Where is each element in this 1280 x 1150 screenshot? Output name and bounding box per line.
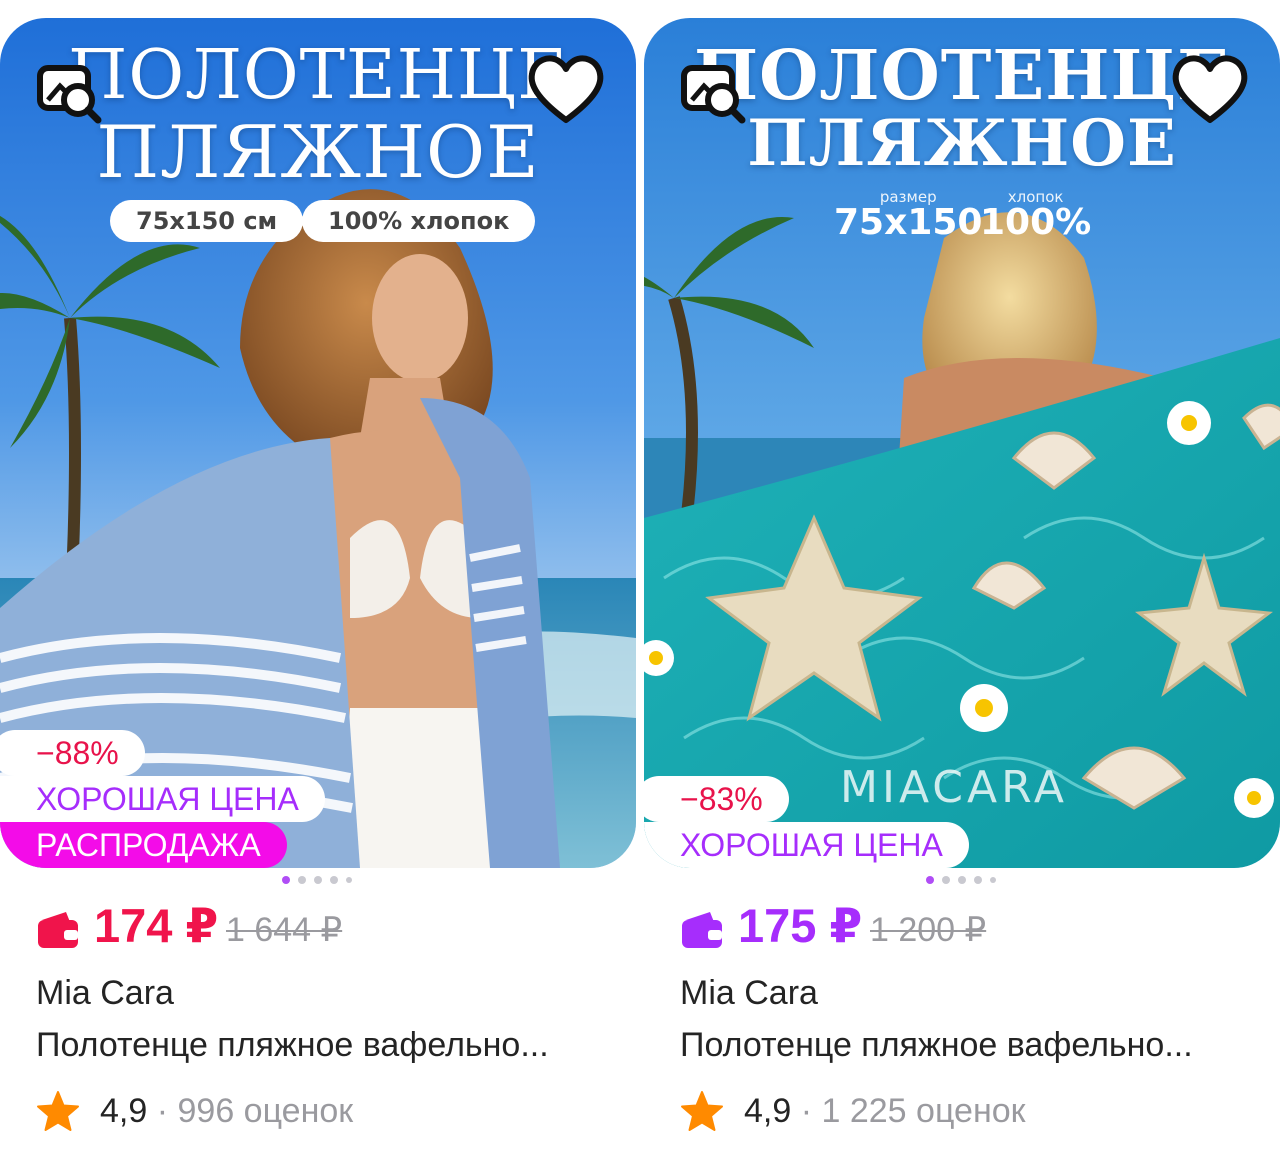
carousel-dot[interactable] [990, 877, 996, 883]
product-card[interactable]: ПОЛОТЕНЦЕ ПЛЯЖНОЕ 75х150 см 100% хлопок … [0, 18, 636, 1150]
rating-value: 4,9 [744, 1092, 792, 1130]
image-spec-size: размер 75х150 [834, 188, 982, 243]
product-card[interactable]: ПОЛОТЕНЦЕ ПЛЯЖНОЕ размер 75х150 хлопок 1… [644, 18, 1280, 1150]
image-search-icon[interactable] [34, 56, 106, 128]
good-price-badge: ХОРОШАЯ ЦЕНА [644, 822, 969, 868]
image-spec-material-value: 100% [980, 202, 1092, 243]
badge-stack: −88% ХОРОШАЯ ЦЕНА РАСПРОДАЖА [0, 730, 325, 868]
product-image[interactable]: ПОЛОТЕНЦЕ ПЛЯЖНОЕ размер 75х150 хлопок 1… [644, 18, 1280, 868]
rating-separator: · [800, 1092, 813, 1130]
heart-icon[interactable] [1170, 50, 1250, 126]
carousel-dot[interactable] [314, 876, 322, 884]
review-count: 1 225 оценок [821, 1092, 1026, 1130]
image-pill-size: 75х150 см [110, 200, 304, 242]
carousel-dot[interactable] [282, 876, 290, 884]
star-icon [37, 1091, 79, 1131]
current-price: 175 ₽ [738, 899, 863, 952]
carousel-dot[interactable] [942, 876, 950, 884]
rating-value: 4,9 [100, 1092, 148, 1130]
badge-stack: −83% ХОРОШАЯ ЦЕНА [644, 776, 969, 868]
carousel-dot[interactable] [346, 877, 352, 883]
product-name[interactable]: Полотенце пляжное вафельно... [680, 1026, 1260, 1065]
carousel-dot[interactable] [298, 876, 306, 884]
carousel-dot[interactable] [958, 876, 966, 884]
discount-badge: −88% [0, 730, 145, 776]
old-price: 1 200 ₽ [870, 911, 987, 949]
image-pill-material: 100% хлопок [302, 200, 536, 242]
heart-icon[interactable] [526, 50, 606, 126]
discount-badge: −83% [644, 776, 789, 822]
old-price: 1 644 ₽ [226, 911, 343, 949]
carousel-dot[interactable] [926, 876, 934, 884]
carousel-dot[interactable] [330, 876, 338, 884]
brand-name[interactable]: Mia Cara [36, 974, 174, 1013]
image-spec-material: хлопок 100% [980, 188, 1091, 243]
image-spec-material-label: хлопок [1007, 188, 1064, 206]
review-count: 996 оценок [177, 1092, 354, 1130]
image-spec-size-label: размер [879, 188, 937, 206]
product-image[interactable]: ПОЛОТЕНЦЕ ПЛЯЖНОЕ 75х150 см 100% хлопок … [0, 18, 636, 868]
star-icon [681, 1091, 723, 1131]
sale-badge: РАСПРОДАЖА [0, 822, 287, 868]
wallet-icon [38, 912, 78, 948]
current-price: 174 ₽ [94, 899, 219, 952]
image-spec-size-value: 75х150 [834, 202, 983, 243]
image-search-icon[interactable] [678, 56, 750, 128]
wallet-icon [682, 912, 722, 948]
carousel-dot[interactable] [974, 876, 982, 884]
brand-name[interactable]: Mia Cara [680, 974, 818, 1013]
good-price-badge: ХОРОШАЯ ЦЕНА [0, 776, 325, 822]
product-name[interactable]: Полотенце пляжное вафельно... [36, 1026, 616, 1065]
rating-separator: · [156, 1092, 169, 1130]
